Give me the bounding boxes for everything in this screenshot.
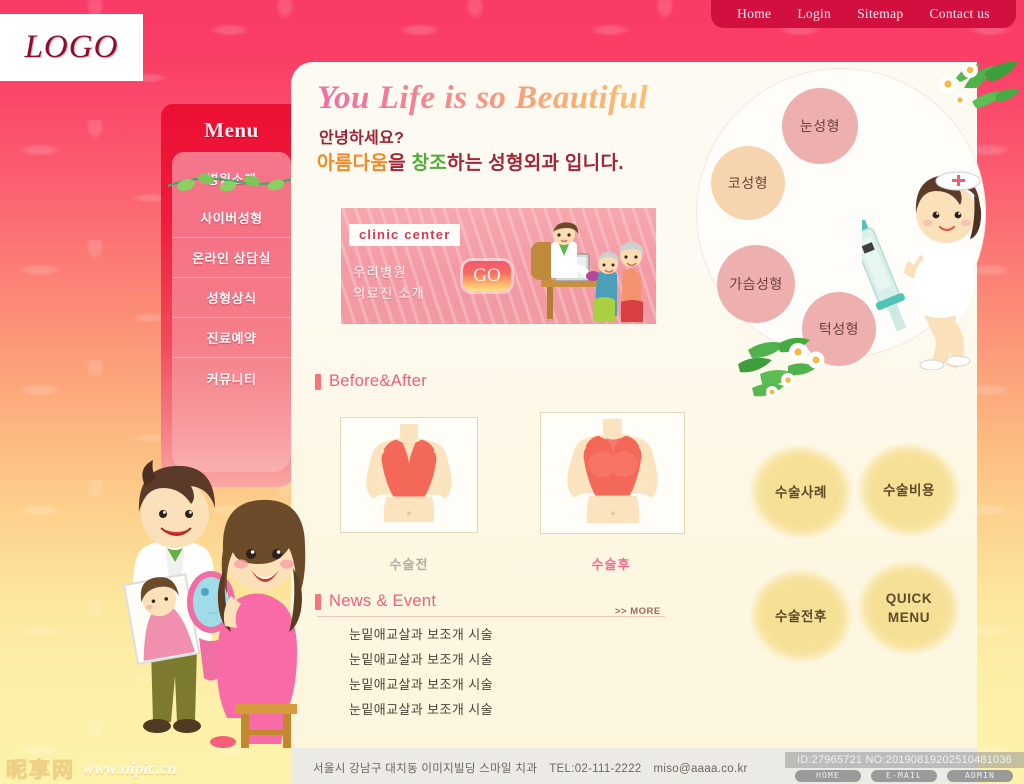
quick-menu-label: QUICK MENU: [886, 589, 933, 627]
list-item[interactable]: 눈밑애교살과 보조개 시술: [349, 622, 493, 647]
before-image-card[interactable]: [340, 417, 478, 533]
top-navigation-bar: Home Login Sitemap Contact us: [711, 0, 1016, 28]
clinic-sub-line1: 우리병원: [353, 265, 407, 280]
tagline-beauty: 아름다움: [317, 153, 389, 174]
quick-menu-label-line2: MENU: [887, 610, 931, 625]
bubble-link-breast-surgery[interactable]: 가슴성형: [717, 245, 795, 323]
clinic-sub-line2: 의료진 소개: [353, 286, 425, 301]
quick-menu-label: 수술비용: [882, 482, 936, 498]
clinic-staff-illustration: [531, 222, 644, 322]
watermark-site-name-cn: 昵享网: [6, 758, 75, 783]
after-caption: 수술후: [591, 557, 631, 572]
nav-contact-us[interactable]: Contact us: [929, 6, 989, 22]
clinic-go-button[interactable]: GO: [463, 261, 511, 291]
hero-tagline: 아름다움을 창조하는 성형외과 입니다.: [317, 148, 624, 175]
news-event-header: News & Event: [315, 592, 436, 611]
sidebar-menu-list: 병원소개 사이버성형 온라인 상담실 성형상식 진료예약 커뮤니티: [172, 152, 291, 472]
before-caption: 수술전: [389, 557, 429, 572]
quick-menu-label-line1: QUICK: [885, 591, 933, 606]
sidebar-item-surgery-info[interactable]: 성형상식: [172, 278, 291, 318]
quick-menu-label: 수술전후: [774, 608, 828, 624]
after-image-card[interactable]: [540, 412, 685, 534]
section-bullet-icon: [315, 373, 321, 390]
sidebar-item-hospital-intro[interactable]: 병원소개: [172, 158, 291, 198]
hero-headline: You Life is so Beautiful: [317, 80, 649, 116]
after-body-illustration: [541, 413, 684, 533]
watermark-home-button[interactable]: HOME: [795, 770, 861, 782]
list-item[interactable]: 눈밑애교살과 보조개 시술: [349, 697, 493, 722]
news-more-link[interactable]: >> MORE: [615, 606, 661, 617]
before-after-title: Before&After: [329, 372, 428, 390]
bubble-link-nose-surgery[interactable]: 코성형: [711, 146, 785, 220]
quick-menu-surgery-cases[interactable]: 수술사례: [748, 444, 854, 540]
nav-sitemap[interactable]: Sitemap: [857, 6, 903, 22]
stock-site-watermark: 昵享网 www.nipic.cn: [6, 754, 177, 784]
flower-decoration-top-right: [939, 61, 1020, 108]
tagline-create: 창조: [411, 153, 448, 174]
footer-address: 서울시 강남구 대치동 이미지빌딩 스마일 치과: [313, 763, 538, 775]
before-body-illustration: [341, 418, 477, 532]
quick-menu-main[interactable]: QUICK MENU: [856, 560, 962, 656]
clinic-center-label: clinic center: [349, 224, 461, 246]
flower-decoration-bottom-left: [738, 337, 825, 398]
clinic-center-subtitle: 우리병원 의료진 소개: [353, 262, 425, 304]
footer-tel: TEL:02-111-2222: [549, 763, 642, 775]
footer-contact-info: 서울시 강남구 대치동 이미지빌딩 스마일 치과 TEL:02-111-2222 m…: [313, 760, 748, 776]
list-item[interactable]: 눈밑애교살과 보조개 시술: [349, 672, 493, 697]
watermark-buttons: HOME E-MAIL ADMIN: [795, 770, 1013, 782]
nav-login[interactable]: Login: [797, 6, 831, 22]
footer-email: miso@aaaa.co.kr: [653, 763, 748, 775]
before-after-header: Before&After: [315, 372, 427, 391]
site-logo[interactable]: LOGO: [0, 14, 143, 81]
quick-menu-surgery-cost[interactable]: 수술비용: [856, 442, 962, 538]
tagline-particle: 을: [388, 153, 412, 174]
hero-greeting: 안녕하세요?: [319, 130, 405, 147]
tagline-rest: 하는 성형외과 입니다.: [447, 153, 624, 174]
quick-menu-label: 수술사례: [774, 484, 828, 500]
watermark-admin-button[interactable]: ADMIN: [947, 770, 1013, 782]
sidebar-item-reservation[interactable]: 진료예약: [172, 318, 291, 358]
section-bullet-icon: [315, 593, 321, 610]
logo-text: LOGO: [24, 29, 119, 65]
stock-watermark-badge: ID:27965721 NO:20190819202510481036 HOME…: [785, 752, 1024, 784]
watermark-site-url: www.nipic.cn: [83, 759, 177, 778]
sidebar-menu-panel: Menu 병원소개 사이버성형 온라인 상담실 성형상식 진료예약 커뮤니티: [161, 104, 302, 487]
quick-menu-before-after[interactable]: 수술전후: [748, 568, 854, 664]
watermark-id-text: ID:27965721 NO:20190819202510481036: [785, 752, 1024, 768]
nav-home[interactable]: Home: [737, 6, 771, 22]
sidebar-item-cyber-surgery[interactable]: 사이버성형: [172, 198, 291, 238]
news-divider: [317, 616, 665, 617]
news-event-title: News & Event: [329, 592, 437, 610]
nurse-with-syringe-illustration: [862, 171, 982, 370]
doctor-and-patient-illustration: [123, 460, 306, 748]
watermark-email-button[interactable]: E-MAIL: [871, 770, 937, 782]
bubble-link-eye-surgery[interactable]: 눈성형: [782, 88, 858, 164]
clinic-center-banner[interactable]: clinic center 우리병원 의료진 소개 GO: [341, 208, 656, 324]
sidebar-item-online-consult[interactable]: 온라인 상담실: [172, 238, 291, 278]
news-list: 눈밑애교살과 보조개 시술 눈밑애교살과 보조개 시술 눈밑애교살과 보조개 시…: [349, 622, 493, 722]
sidebar-menu-title: Menu: [204, 118, 259, 142]
list-item[interactable]: 눈밑애교살과 보조개 시술: [349, 647, 493, 672]
sidebar-item-community[interactable]: 커뮤니티: [172, 358, 291, 398]
